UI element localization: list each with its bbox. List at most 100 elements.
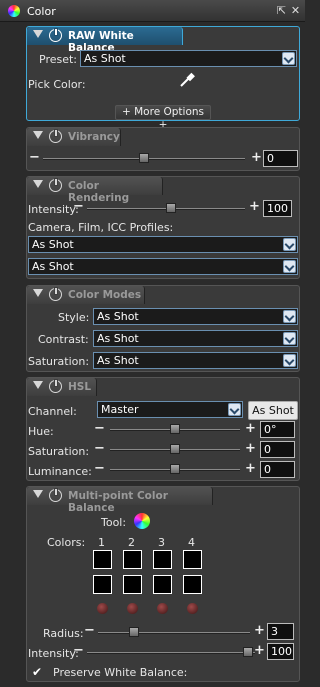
intensity-slider-thumb[interactable]	[243, 647, 253, 657]
radius-slider-thumb[interactable]	[129, 627, 139, 637]
chevron-down-icon	[283, 260, 296, 273]
picker-dot-3[interactable]	[157, 603, 168, 614]
color-swatch-3b[interactable]	[153, 575, 172, 594]
color-wheel-tool-icon[interactable]	[134, 513, 150, 529]
power-icon[interactable]	[49, 28, 62, 42]
power-icon[interactable]	[49, 129, 62, 143]
picker-dot-1[interactable]	[97, 603, 108, 614]
hue-slider-thumb[interactable]	[170, 424, 180, 434]
style-select[interactable]: As Shot	[93, 308, 298, 325]
luminance-value[interactable]: 0	[260, 461, 295, 478]
plus-icon[interactable]: +	[245, 421, 256, 436]
plus-icon[interactable]: +	[251, 150, 262, 165]
minus-icon[interactable]: −	[94, 461, 105, 476]
panel-title: Color Modes	[68, 289, 142, 301]
color-swatch-1a[interactable]	[93, 550, 112, 569]
collapse-triangle-icon[interactable]	[33, 131, 43, 139]
panel-header[interactable]: Vibrancy	[27, 128, 121, 146]
color-swatch-4b[interactable]	[183, 575, 202, 594]
power-icon[interactable]	[49, 287, 62, 301]
chevron-down-icon	[228, 403, 241, 416]
eyedropper-icon[interactable]	[178, 71, 196, 89]
minus-icon[interactable]: −	[94, 441, 105, 456]
radius-label: Radius:	[43, 627, 84, 640]
intensity-value[interactable]: 100	[267, 643, 294, 660]
color-swatch-4a[interactable]	[183, 550, 202, 569]
intensity-value[interactable]: 100	[263, 200, 292, 217]
panel-header[interactable]: RAW White Balance	[27, 27, 183, 54]
color-swatch-1b[interactable]	[93, 575, 112, 594]
plus-icon[interactable]: +	[245, 461, 256, 476]
saturation-label: Saturation:	[28, 355, 90, 368]
profile-select-1[interactable]: As Shot	[28, 236, 298, 253]
saturation-select[interactable]: As Shot	[93, 352, 298, 369]
preserve-white-balance-label: Preserve White Balance:	[53, 666, 188, 679]
profiles-label: Camera, Film, ICC Profiles:	[28, 221, 174, 234]
preset-value: As Shot	[84, 52, 126, 65]
minus-icon[interactable]: −	[73, 199, 84, 214]
saturation-slider-thumb[interactable]	[170, 444, 180, 454]
intensity-slider-thumb[interactable]	[166, 203, 176, 213]
radius-value[interactable]: 3	[267, 623, 294, 640]
panel-header[interactable]: Multi-point Color Balance	[27, 487, 213, 514]
vibrancy-slider-thumb[interactable]	[139, 153, 149, 163]
more-options-button[interactable]: + More Options +	[115, 105, 211, 131]
plus-icon[interactable]: +	[254, 643, 265, 658]
power-icon[interactable]	[49, 379, 62, 393]
plus-icon[interactable]: +	[249, 199, 260, 214]
chevron-down-icon	[283, 238, 296, 251]
plus-icon[interactable]: +	[245, 441, 256, 456]
panel-header[interactable]: Color Modes	[27, 286, 145, 304]
preset-label: Preset:	[39, 53, 78, 66]
collapse-triangle-icon[interactable]	[33, 289, 43, 297]
power-icon[interactable]	[49, 178, 62, 192]
contrast-label: Contrast:	[38, 333, 89, 346]
color-swatch-3a[interactable]	[153, 550, 172, 569]
hsl-panel: HSL Channel: Master As Shot Hue: − + 0° …	[26, 377, 300, 481]
colors-label: Colors:	[47, 536, 86, 549]
color-swatch-2a[interactable]	[123, 550, 142, 569]
panel-header[interactable]: HSL	[27, 378, 97, 396]
vibrancy-value[interactable]: 0	[263, 150, 298, 167]
profile-value: As Shot	[32, 238, 74, 251]
intensity-label: Intensity:	[28, 647, 79, 660]
checkmark-icon[interactable]: ✔	[32, 665, 42, 679]
minus-icon[interactable]: −	[29, 150, 40, 165]
window-title: Color	[27, 5, 56, 18]
hue-label: Hue:	[28, 425, 54, 438]
as-shot-button[interactable]: As Shot	[248, 401, 298, 420]
channel-select[interactable]: Master	[97, 401, 243, 418]
radius-slider-track[interactable]	[98, 632, 250, 634]
multi-point-color-balance-panel: Multi-point Color Balance Tool: Colors: …	[26, 486, 300, 682]
profile-select-2[interactable]: As Shot	[28, 258, 298, 275]
color-swatch-2b[interactable]	[123, 575, 142, 594]
luminance-slider-thumb[interactable]	[170, 464, 180, 474]
minus-icon[interactable]: −	[73, 643, 84, 658]
color-modes-panel: Color Modes Style: As Shot Contrast: As …	[26, 285, 300, 372]
preset-select[interactable]: As Shot	[80, 50, 297, 67]
profile-value: As Shot	[32, 260, 74, 273]
column-2-label: 2	[128, 536, 135, 549]
picker-dot-2[interactable]	[127, 603, 138, 614]
minus-icon[interactable]: −	[84, 623, 95, 638]
contrast-select[interactable]: As Shot	[93, 330, 298, 347]
pick-color-label: Pick Color:	[28, 78, 86, 91]
minus-icon[interactable]: −	[94, 421, 105, 436]
power-icon[interactable]	[49, 488, 62, 502]
panel-title: Vibrancy	[68, 131, 120, 143]
column-3-label: 3	[158, 536, 165, 549]
collapse-triangle-icon[interactable]	[33, 180, 43, 188]
plus-icon[interactable]: +	[254, 623, 265, 638]
close-icon[interactable]: ✕	[290, 5, 301, 16]
hue-value[interactable]: 0°	[260, 421, 295, 438]
undock-icon[interactable]: ⇱	[276, 5, 287, 16]
collapse-triangle-icon[interactable]	[33, 490, 43, 498]
picker-dot-4[interactable]	[187, 603, 198, 614]
saturation-value[interactable]: 0	[260, 441, 295, 458]
panel-header[interactable]: Color Rendering	[27, 177, 163, 204]
style-value: As Shot	[97, 310, 139, 323]
intensity-slider-track[interactable]	[87, 652, 255, 654]
collapse-triangle-icon[interactable]	[33, 30, 43, 38]
panel-title: Multi-point Color Balance	[68, 490, 168, 514]
collapse-triangle-icon[interactable]	[33, 381, 43, 389]
